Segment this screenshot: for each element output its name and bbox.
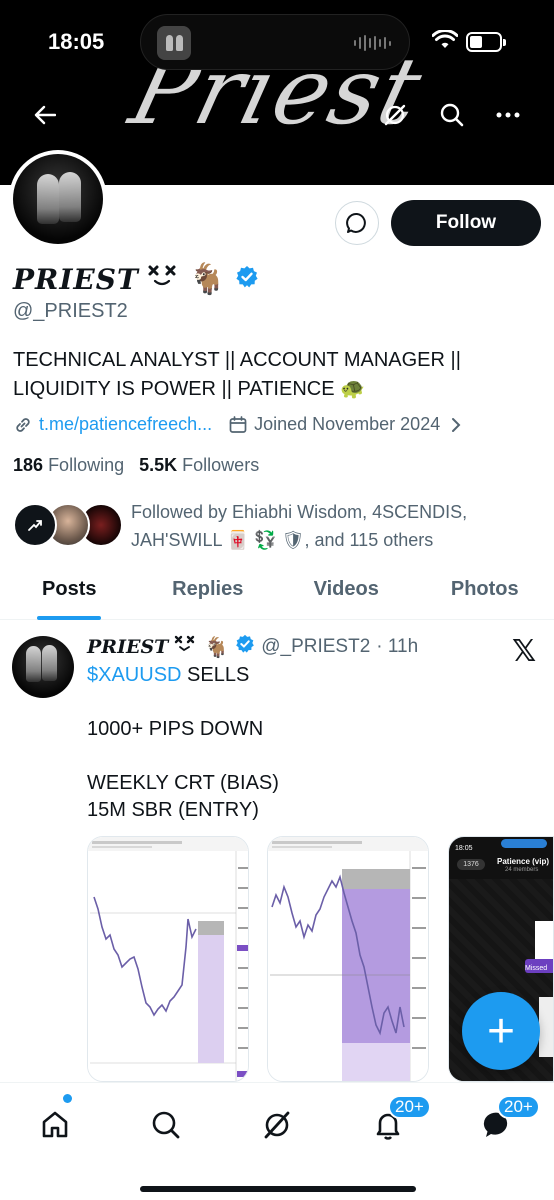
dynamic-island (140, 14, 410, 70)
profile-link[interactable]: t.me/patiencefreech... (39, 414, 212, 435)
nav-home[interactable] (27, 1097, 83, 1153)
more-options-button[interactable] (486, 93, 530, 137)
avatar (13, 503, 57, 547)
message-bubble-icon (346, 212, 366, 233)
home-indicator (140, 1186, 416, 1192)
home-icon (42, 1111, 68, 1138)
tab-replies[interactable]: Replies (139, 565, 278, 619)
back-button[interactable] (23, 93, 67, 137)
profile-meta: t.me/patiencefreech... Joined November 2… (13, 414, 462, 435)
followed-by-line: JAH'SWILL 🀄 💱 🛡, and 115 others (131, 530, 434, 550)
nav-grok[interactable] (249, 1097, 305, 1153)
post-time: · 11h (376, 636, 419, 657)
joined-date: Joined November 2024 (254, 414, 441, 434)
profile-tabs: Posts Replies Videos Photos (0, 565, 554, 620)
audio-wave-icon (354, 35, 391, 51)
goat-emoji: 🐐 (204, 636, 230, 659)
post-line: SELLS (181, 664, 250, 686)
media-chat-subtitle: 24 members (505, 867, 539, 873)
wifi-icon (431, 29, 459, 55)
profile-avatar[interactable] (9, 150, 107, 248)
bottom-navigation: 20+ 20+ (0, 1082, 554, 1200)
trend-arrow-icon (28, 520, 42, 531)
compose-post-button[interactable]: + (462, 992, 540, 1070)
following-label: Following (48, 455, 125, 475)
messages-badge: 20+ (497, 1095, 540, 1119)
verified-badge-icon (235, 634, 255, 660)
link-icon (16, 417, 30, 432)
xx-face-icon (174, 634, 198, 660)
media-status-time: 18:05 (455, 845, 473, 852)
tab-videos[interactable]: Videos (277, 565, 416, 619)
calendar-icon (229, 415, 247, 433)
follow-stats: 186 Following 5.5K Followers (13, 455, 259, 476)
post-author-name[interactable]: 𝑷𝑹𝑰𝑬𝑺𝑻 (87, 636, 168, 658)
grok-icon (264, 1111, 290, 1139)
followers-count: 5.5K (139, 455, 178, 475)
bio-line: LIQUIDITY IS POWER || PATIENCE 🐢 (13, 378, 366, 400)
xx-face-icon (147, 263, 181, 296)
followed-by-line: Followed by Ehiabhi Wisdom, 4SCENDIS, (131, 502, 468, 522)
post-media-image[interactable] (267, 836, 429, 1082)
following-count: 186 (13, 455, 44, 475)
post-line: WEEKLY CRT (BIAS) (87, 772, 279, 794)
post-media-image[interactable] (87, 836, 249, 1082)
followed-by-text[interactable]: Followed by Ehiabhi Wisdom, 4SCENDIS, JA… (131, 498, 541, 554)
media-call-status: Missed (525, 965, 548, 972)
tab-posts[interactable]: Posts (0, 565, 139, 619)
followers-stat[interactable]: 5.5K Followers (139, 455, 259, 475)
home-unread-dot (63, 1094, 72, 1103)
chevron-right-icon (452, 417, 461, 432)
grok-button[interactable] (373, 93, 417, 137)
following-stat[interactable]: 186 Following (13, 455, 124, 475)
bio-line: TECHNICAL ANALYST || ACCOUNT MANAGER || (13, 349, 461, 371)
post-line: 1000+ PIPS DOWN (87, 718, 264, 740)
profile-bio: TECHNICAL ANALYST || ACCOUNT MANAGER || … (13, 346, 543, 404)
search-button[interactable] (430, 93, 474, 137)
notifications-badge: 20+ (388, 1095, 431, 1119)
cashtag-link[interactable]: $XAUUSD (87, 664, 181, 686)
post-line: 15M SBR (ENTRY) (87, 799, 259, 821)
telegram-pill (501, 839, 547, 848)
search-icon (152, 1111, 180, 1139)
message-button[interactable] (335, 201, 379, 245)
search-icon (440, 103, 464, 127)
post-author-handle: @_PRIEST2 (261, 636, 371, 657)
nav-search[interactable] (138, 1097, 194, 1153)
profile-handle: @_PRIEST2 (13, 300, 128, 322)
media-back-count: 1376 (457, 859, 485, 870)
now-playing-thumbnail (157, 26, 191, 60)
goat-emoji: 🐐 (188, 262, 228, 297)
status-time: 18:05 (48, 29, 105, 54)
post-text: $XAUUSD SELLS 1000+ PIPS DOWN WEEKLY CRT… (87, 662, 537, 824)
grok-icon (384, 104, 406, 126)
followers-label: Followers (182, 455, 260, 475)
display-name: 𝑷𝑹𝑰𝑬𝑺𝑻 🐐 (13, 262, 259, 297)
display-name-text: 𝑷𝑹𝑰𝑬𝑺𝑻 (13, 263, 139, 296)
tab-photos[interactable]: Photos (416, 565, 554, 619)
battery-icon (466, 32, 506, 52)
post-avatar[interactable] (12, 636, 74, 698)
follow-button[interactable]: Follow (391, 200, 541, 246)
verified-badge-icon (235, 263, 259, 296)
back-arrow-icon (34, 105, 56, 125)
post-header: 𝑷𝑹𝑰𝑬𝑺𝑻 🐐 @_PRIEST2 · 11h (87, 634, 418, 660)
more-icon (496, 112, 520, 118)
followed-by-avatars[interactable] (13, 503, 123, 551)
media-chat-title: Patience (vip) (497, 857, 550, 866)
